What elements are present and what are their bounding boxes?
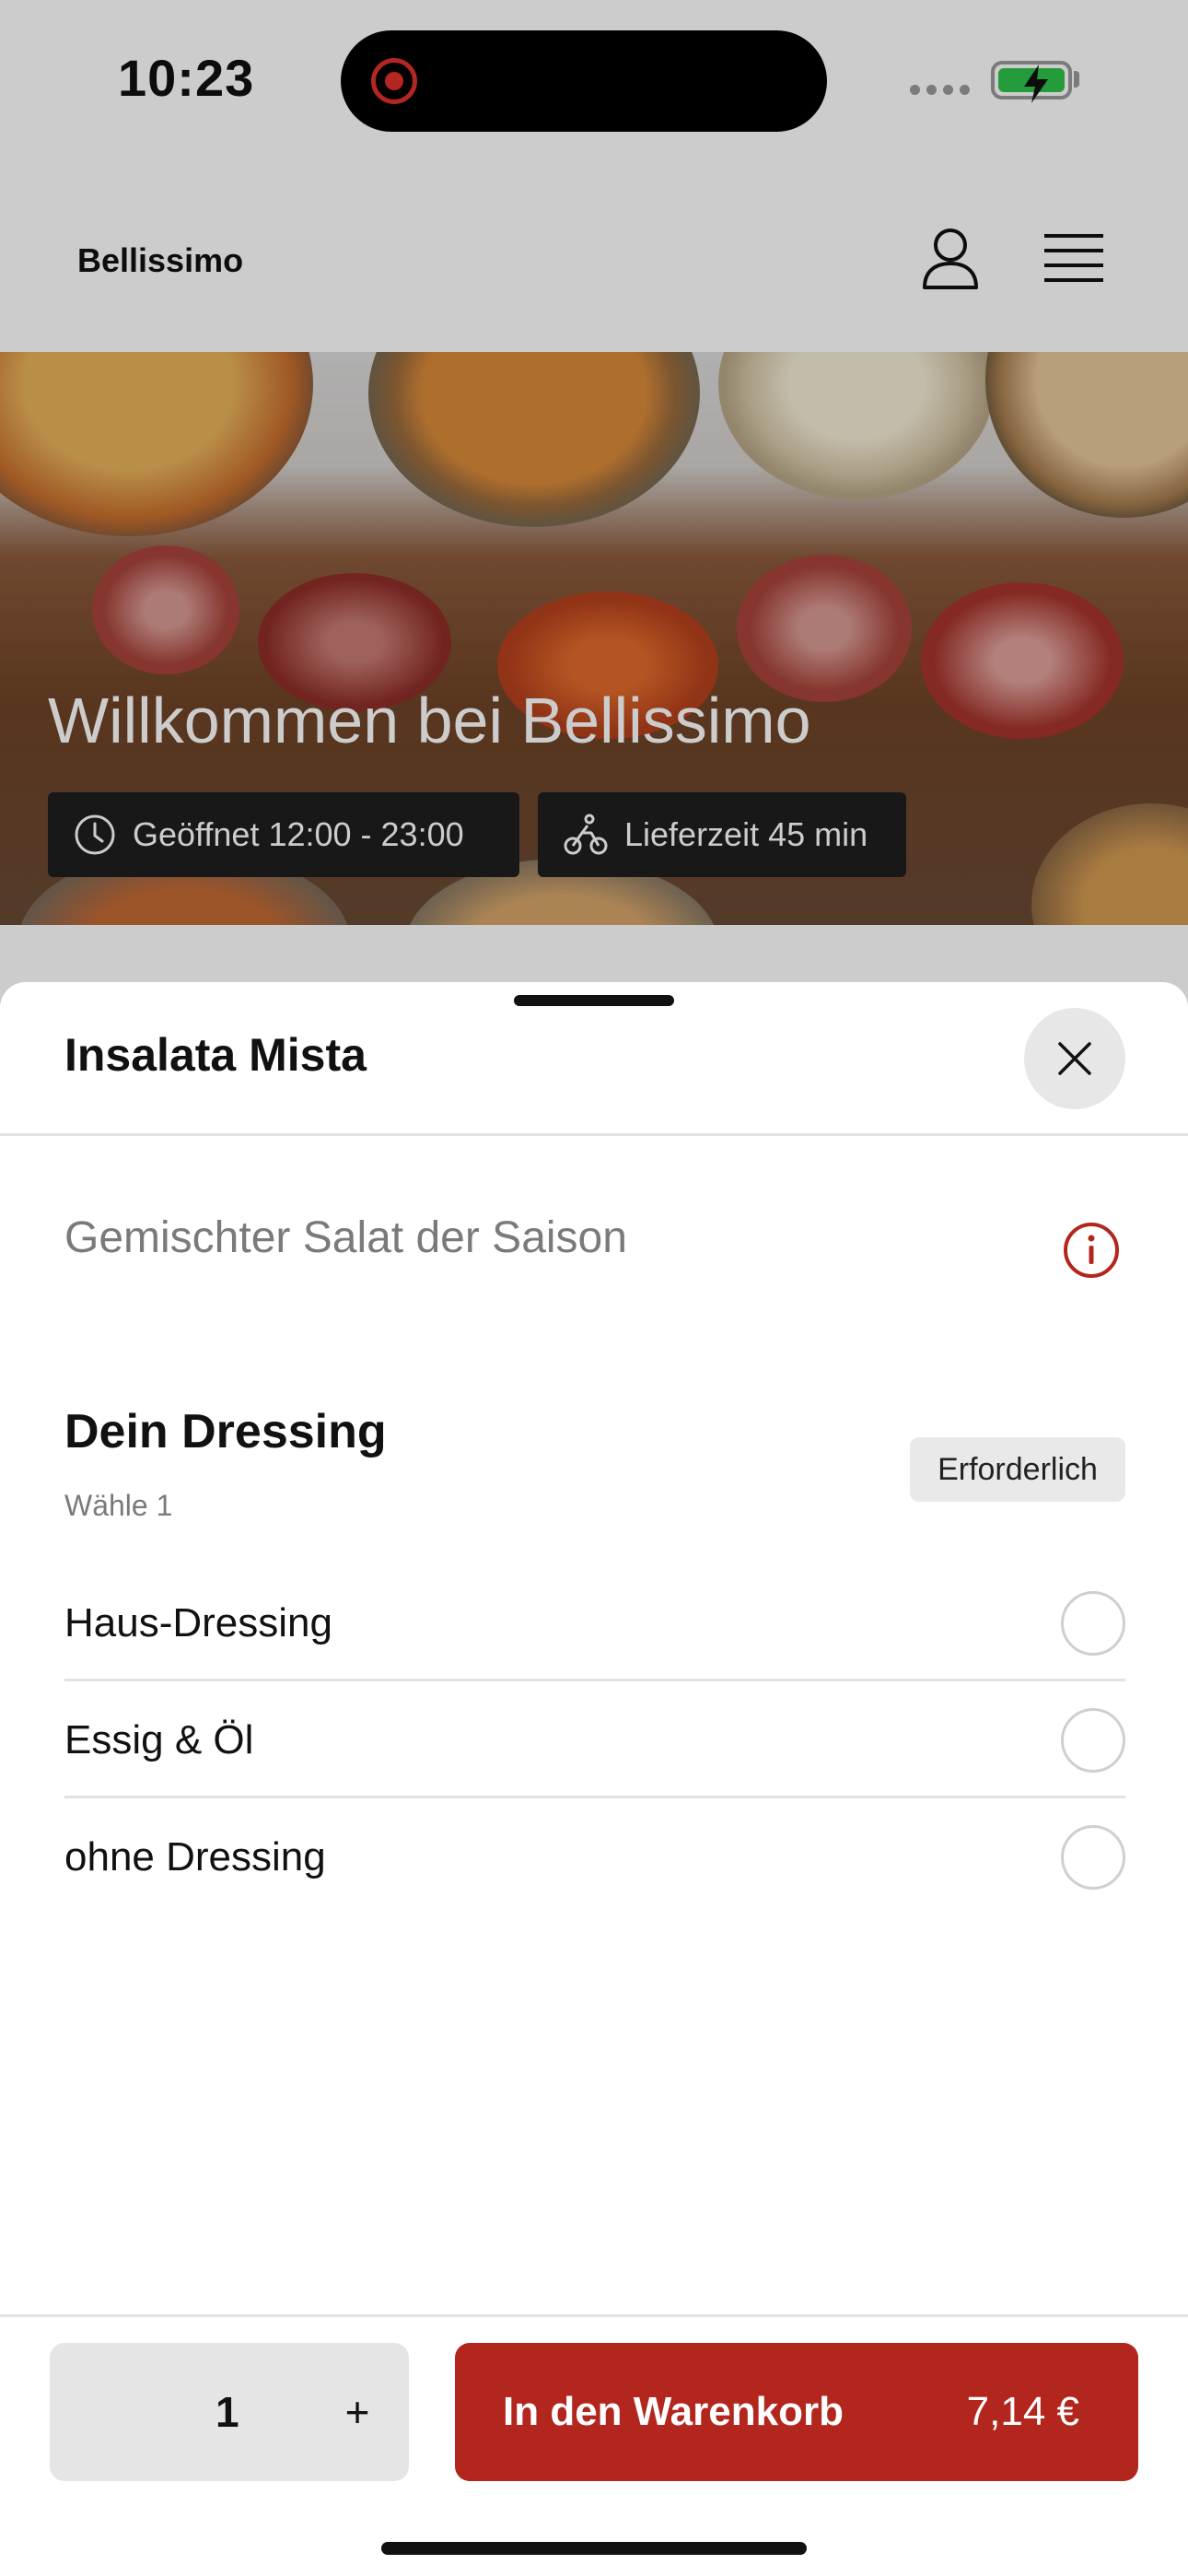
product-description: Gemischter Salat der Saison [64,1213,627,1262]
cart-price: 7,14 € [966,2389,1079,2434]
option-radio[interactable] [1061,1707,1125,1773]
add-to-cart-button[interactable]: In den Warenkorb 7,14 € [455,2343,1138,2481]
home-indicator[interactable] [381,2542,807,2555]
option-essig-oel[interactable]: Essig & Öl [64,1681,1125,1798]
bottom-action-bar: 1 + In den Warenkorb 7,14 € [0,2314,1188,2576]
option-label: ohne Dressing [64,1833,326,1879]
sheet-divider [0,1133,1188,1136]
quantity-plus-button[interactable]: + [330,2387,385,2437]
add-to-cart-label: In den Warenkorb [503,2389,844,2434]
product-title: Insalata Mista [64,1029,367,1081]
option-radio[interactable] [1061,1590,1125,1656]
info-icon[interactable] [1063,1222,1120,1279]
quantity-stepper: 1 + [50,2343,409,2481]
close-icon [1058,1042,1091,1075]
option-haus-dressing[interactable]: Haus-Dressing [64,1564,1125,1681]
option-group-subtitle: Wähle 1 [64,1489,173,1522]
option-group-title: Dein Dressing [64,1405,387,1458]
required-badge: Erforderlich [910,1437,1125,1502]
option-radio[interactable] [1061,1824,1125,1890]
sheet-grabber[interactable] [514,995,674,1006]
option-label: Haus-Dressing [64,1599,332,1645]
quantity-value: 1 [215,2388,239,2436]
close-button[interactable] [1024,1008,1125,1109]
option-label: Essig & Öl [64,1716,254,1762]
option-ohne-dressing[interactable]: ohne Dressing [64,1798,1125,1915]
